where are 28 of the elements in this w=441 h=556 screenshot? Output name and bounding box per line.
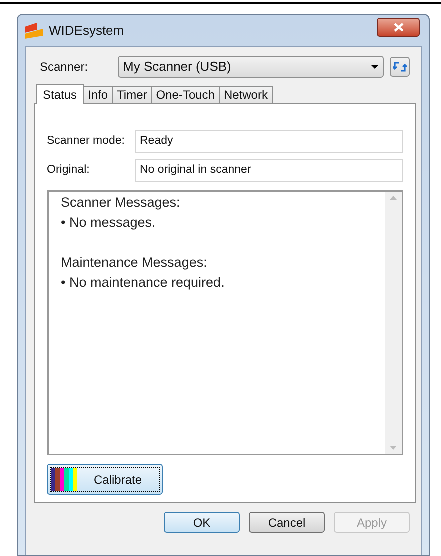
color-bars-icon (51, 468, 77, 491)
refresh-arrows-icon (393, 61, 407, 73)
scanner-label: Scanner: (40, 59, 90, 76)
field-label: Scanner mode: (47, 134, 126, 149)
tab[interactable]: Status (36, 84, 84, 104)
message-item: • No messages. (61, 214, 157, 232)
read-only-field[interactable]: Ready (135, 130, 403, 153)
dialog-button[interactable]: Cancel (249, 512, 325, 533)
tab[interactable]: Timer (113, 86, 152, 103)
message-item: • No maintenance required. (61, 274, 226, 292)
refresh-button[interactable] (390, 57, 410, 77)
message-heading: Scanner Messages: (61, 194, 182, 212)
tab[interactable]: Network (220, 86, 273, 103)
message-heading: Maintenance Messages: (61, 254, 208, 272)
scroll-down-icon (390, 446, 397, 450)
close-button[interactable] (377, 18, 420, 37)
calibrate-button[interactable]: Calibrate (47, 464, 163, 495)
window-title: WIDEsystem (49, 22, 124, 40)
app-logo-icon (25, 22, 43, 38)
tab[interactable]: Info (84, 86, 114, 103)
tab[interactable]: One-Touch (152, 86, 220, 103)
field-label: Original: (47, 162, 91, 178)
dialog-button[interactable]: OK (164, 512, 240, 533)
dropdown-arrow-icon (371, 65, 379, 69)
scroll-up-icon (390, 196, 397, 200)
close-icon (394, 23, 404, 32)
scanner-dropdown[interactable]: My Scanner (USB) (118, 56, 384, 78)
read-only-field[interactable]: No original in scanner (135, 159, 403, 182)
